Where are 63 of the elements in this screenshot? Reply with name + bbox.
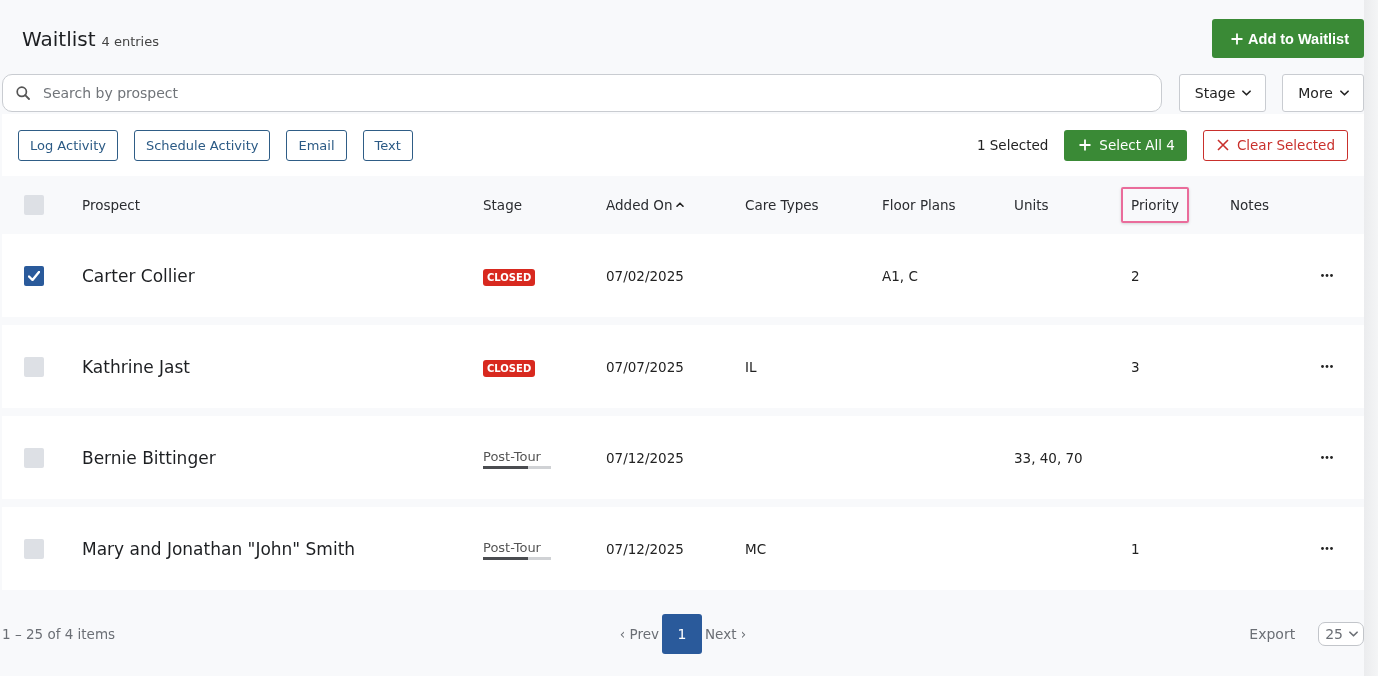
- more-icon[interactable]: [1321, 547, 1333, 550]
- status-badge: CLOSED: [483, 359, 536, 377]
- chevron-down-icon: [1340, 90, 1349, 96]
- column-header[interactable]: Notes: [1230, 196, 1269, 213]
- more-icon[interactable]: [1321, 456, 1333, 459]
- chevron-down-icon: [1349, 631, 1358, 637]
- selected-count: 1 Selected: [976, 137, 1049, 153]
- table-cell: 07/12/2025: [606, 450, 684, 466]
- add-to-waitlist-button[interactable]: Add to Waitlist: [1212, 19, 1364, 58]
- check-icon: [28, 270, 40, 281]
- filter-dropdown[interactable]: Stage: [1178, 74, 1267, 112]
- column-header[interactable]: Added On: [606, 196, 673, 213]
- checkbox[interactable]: [24, 194, 44, 215]
- entry-count: 4 entries: [101, 33, 159, 49]
- table-cell: 1: [1131, 541, 1140, 557]
- action-button[interactable]: Schedule Activity: [133, 129, 271, 161]
- select-all-button[interactable]: Select All 4: [1064, 129, 1187, 161]
- chevron-down-icon: [1242, 90, 1252, 96]
- page-button[interactable]: 1: [662, 614, 702, 654]
- filter-dropdown[interactable]: More: [1282, 74, 1364, 112]
- table-cell: 33, 40, 70: [1014, 450, 1083, 466]
- column-header[interactable]: Floor Plans: [882, 196, 956, 213]
- action-button[interactable]: Log Activity: [18, 129, 118, 161]
- search-icon: [16, 86, 30, 100]
- prospect-name: Kathrine Jast: [82, 356, 190, 377]
- status-badge: CLOSED: [483, 268, 536, 286]
- stage-label: Post-Tour: [483, 449, 542, 464]
- pagination-summary: 1 – 25 of 4 items: [2, 626, 116, 642]
- action-button[interactable]: Text: [362, 129, 413, 161]
- column-header[interactable]: Stage: [483, 196, 522, 213]
- x-icon: [1216, 139, 1229, 151]
- checkbox[interactable]: [24, 447, 44, 468]
- next-page-link[interactable]: Next ›: [705, 626, 747, 642]
- table-cell: MC: [745, 541, 767, 557]
- table-cell: 3: [1131, 359, 1140, 375]
- page-title: Waitlist: [22, 26, 96, 51]
- stage-label: Post-Tour: [483, 540, 542, 555]
- table-cell: A1, C: [882, 268, 918, 284]
- prospect-name: Carter Collier: [82, 265, 195, 286]
- action-button[interactable]: Email: [286, 129, 347, 161]
- more-icon[interactable]: [1321, 365, 1333, 368]
- page-size-select[interactable]: 25: [1318, 622, 1364, 646]
- column-header[interactable]: Prospect: [82, 196, 141, 213]
- prev-page-link[interactable]: ‹ Prev: [619, 626, 659, 642]
- table-cell: 2: [1131, 268, 1140, 284]
- more-icon[interactable]: [1321, 274, 1333, 277]
- plus-icon: [1231, 32, 1244, 45]
- search-field[interactable]: Search by prospect: [2, 74, 1162, 112]
- prospect-name: Mary and Jonathan "John" Smith: [82, 538, 356, 559]
- column-header[interactable]: Care Types: [745, 196, 819, 213]
- export-link[interactable]: Export: [1249, 626, 1296, 642]
- column-header[interactable]: Priority: [1121, 186, 1190, 223]
- column-header[interactable]: Units: [1014, 196, 1049, 213]
- prospect-name: Bernie Bittinger: [82, 447, 216, 468]
- checkbox[interactable]: [24, 356, 44, 377]
- checkbox[interactable]: [24, 538, 44, 559]
- checkbox[interactable]: [24, 265, 44, 286]
- table-cell: 07/07/2025: [606, 359, 684, 375]
- clear-selected-button[interactable]: Clear Selected: [1202, 129, 1348, 161]
- plus-icon: [1079, 139, 1092, 151]
- table-cell: IL: [745, 359, 757, 375]
- table-cell: 07/12/2025: [606, 541, 684, 557]
- table-cell: 07/02/2025: [606, 268, 684, 284]
